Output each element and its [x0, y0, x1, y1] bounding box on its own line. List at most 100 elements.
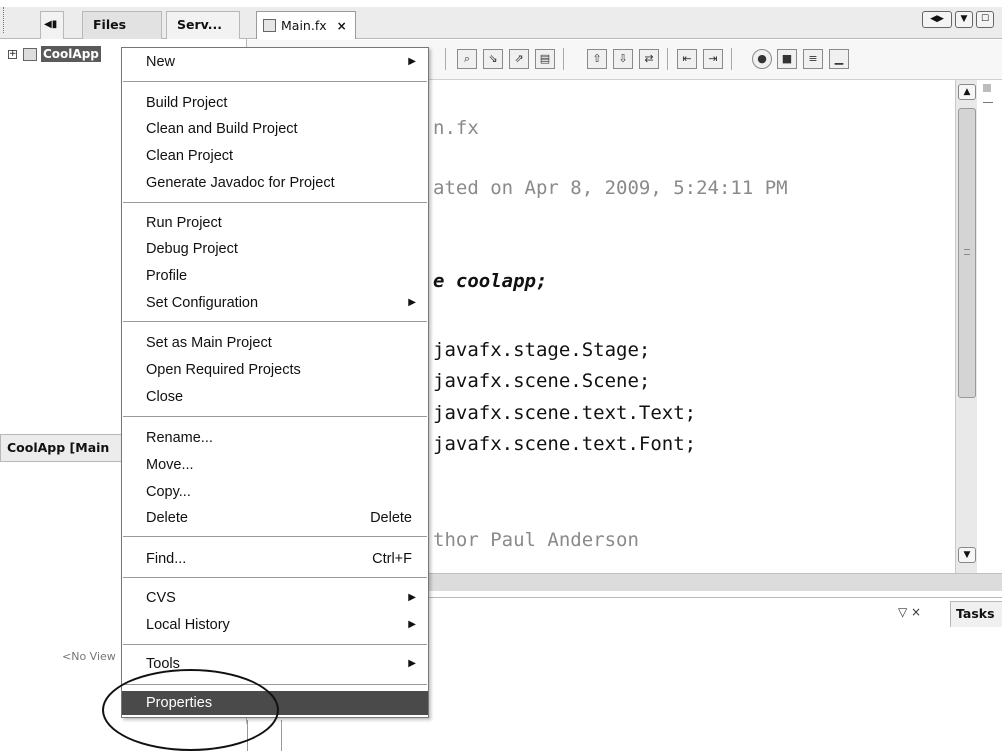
tab-files[interactable]: Files [82, 11, 162, 39]
menu-separator [123, 416, 427, 418]
menu-shortcut: Delete [370, 510, 412, 526]
find-previous-icon[interactable]: ⌕ [457, 49, 477, 69]
chevron-right-icon: ▶ [937, 14, 944, 24]
menu-item-cvs[interactable]: CVS ▶ [122, 586, 428, 610]
projects-tab-controls[interactable]: ◀▮ × [40, 11, 64, 56]
toggle-highlight-icon[interactable]: ▤ [535, 49, 555, 69]
menu-item-open-required-projects[interactable]: Open Required Projects [122, 358, 428, 382]
project-context-menu: New ▶ Build Project Clean and Build Proje… [121, 47, 429, 718]
toolbar-separator [667, 48, 668, 70]
project-label[interactable]: CoolApp [41, 46, 101, 62]
toolbar-separator [563, 48, 564, 70]
editor-tab-label: Main.fx [281, 18, 327, 33]
menu-shortcut: Ctrl+F [372, 551, 412, 567]
dropdown-button[interactable]: ▼ [955, 11, 973, 28]
editor-tab-bar: Main.fx × ◀▶ ▼ ☐ [247, 7, 1002, 39]
menu-item-clean-and-build[interactable]: Clean and Build Project [122, 117, 428, 141]
menu-item-label: CVS [146, 590, 176, 606]
project-tree-root[interactable]: + CoolApp [8, 45, 101, 63]
code-line: javafx.stage.Stage; [433, 339, 651, 361]
menu-item-label: Local History [146, 617, 230, 633]
status-icon [983, 84, 991, 92]
submenu-arrow-icon: ▶ [408, 297, 416, 308]
submenu-arrow-icon: ▶ [408, 658, 416, 669]
menu-separator [123, 644, 427, 646]
menu-item-debug-project[interactable]: Debug Project [122, 237, 428, 261]
code-line: javafx.scene.text.Font; [433, 433, 697, 455]
menu-item-clean-project[interactable]: Clean Project [122, 144, 428, 168]
code-line: javafx.scene.text.Text; [433, 402, 697, 424]
code-line: ated on Apr 8, 2009, 5:24:11 PM [433, 177, 788, 199]
menu-item-label: Set Configuration [146, 295, 259, 311]
code-line: thor Paul Anderson [433, 529, 639, 551]
output-controls[interactable]: ▽ × [898, 605, 921, 619]
uncomment-icon[interactable]: ▁ [829, 49, 849, 69]
menu-item-label: Delete [146, 510, 188, 526]
submenu-arrow-icon: ▶ [408, 56, 416, 67]
menu-item-label: New [146, 54, 176, 70]
toolbar-separator [731, 48, 732, 70]
panel-grip[interactable] [3, 7, 4, 33]
scroll-up-button[interactable]: ▲ [958, 84, 976, 100]
close-icon[interactable]: × [337, 19, 347, 33]
submenu-arrow-icon: ▶ [408, 619, 416, 630]
projects-tab-bar: ◀▮ × Files Serv... [0, 7, 247, 56]
menu-item-rename[interactable]: Rename... [122, 426, 428, 450]
tab-tasks[interactable]: Tasks [950, 601, 1002, 627]
project-icon [23, 47, 37, 61]
tab-services[interactable]: Serv... [166, 11, 240, 39]
maximize-icon: ☐ [980, 14, 990, 24]
no-view-text: <No View [62, 650, 116, 663]
chevron-down-icon: ▼ [963, 550, 971, 560]
menu-item-find[interactable]: Find... Ctrl+F [122, 547, 428, 571]
previous-bookmark-icon[interactable]: ⇧ [587, 49, 607, 69]
file-icon [263, 19, 276, 32]
menu-item-delete[interactable]: Delete Delete [122, 506, 428, 530]
stop-macro-icon[interactable]: ■ [777, 49, 797, 69]
scroll-thumb[interactable] [958, 108, 976, 398]
code-line: e coolapp; [433, 270, 548, 292]
find-selection-icon[interactable]: ⇗ [509, 49, 529, 69]
menu-separator [123, 536, 427, 538]
comment-icon[interactable]: ≡ [803, 49, 823, 69]
find-next-icon[interactable]: ⇘ [483, 49, 503, 69]
expand-icon[interactable]: + [8, 49, 17, 59]
menu-item-profile[interactable]: Profile [122, 264, 428, 288]
menu-item-new[interactable]: New ▶ [122, 50, 428, 74]
menu-separator [123, 81, 427, 83]
chevron-down-icon: ▼ [960, 14, 968, 24]
record-macro-icon[interactable]: ● [752, 49, 772, 69]
menu-item-local-history[interactable]: Local History ▶ [122, 613, 428, 637]
vertical-scrollbar[interactable]: ▲ ▼ [955, 80, 977, 573]
menu-item-set-main-project[interactable]: Set as Main Project [122, 331, 428, 355]
chevron-up-icon: ▲ [963, 87, 971, 97]
maximize-button[interactable]: ☐ [976, 11, 994, 28]
marker-icon [983, 102, 993, 103]
submenu-arrow-icon: ▶ [408, 592, 416, 603]
toolbar-separator [445, 48, 446, 70]
window-controls: ◀▶ ▼ ☐ [922, 11, 994, 28]
menu-item-close[interactable]: Close [122, 385, 428, 409]
menu-item-label: Find... [146, 551, 187, 567]
toggle-bookmark-icon[interactable]: ⇄ [639, 49, 659, 69]
menu-item-generate-javadoc[interactable]: Generate Javadoc for Project [122, 171, 428, 195]
scroll-down-button[interactable]: ▼ [958, 547, 976, 563]
tab-main-fx[interactable]: Main.fx × [256, 11, 356, 39]
menu-item-move[interactable]: Move... [122, 453, 428, 477]
menu-separator [123, 202, 427, 204]
menu-item-run-project[interactable]: Run Project [122, 211, 428, 235]
code-line: n.fx [433, 117, 479, 139]
menu-item-set-configuration[interactable]: Set Configuration ▶ [122, 291, 428, 315]
next-bookmark-icon[interactable]: ⇩ [613, 49, 633, 69]
grip-icon [964, 249, 970, 255]
menu-item-copy[interactable]: Copy... [122, 480, 428, 504]
tab-navigation-button[interactable]: ◀▶ [922, 11, 952, 28]
menu-item-build-project[interactable]: Build Project [122, 91, 428, 115]
shift-right-icon[interactable]: ⇥ [703, 49, 723, 69]
chevron-left-icon: ◀ [930, 14, 937, 24]
code-line: javafx.scene.Scene; [433, 370, 651, 392]
menu-separator [123, 321, 427, 323]
shift-left-icon[interactable]: ⇤ [677, 49, 697, 69]
annotation-circle [102, 669, 279, 751]
menu-separator [123, 577, 427, 579]
